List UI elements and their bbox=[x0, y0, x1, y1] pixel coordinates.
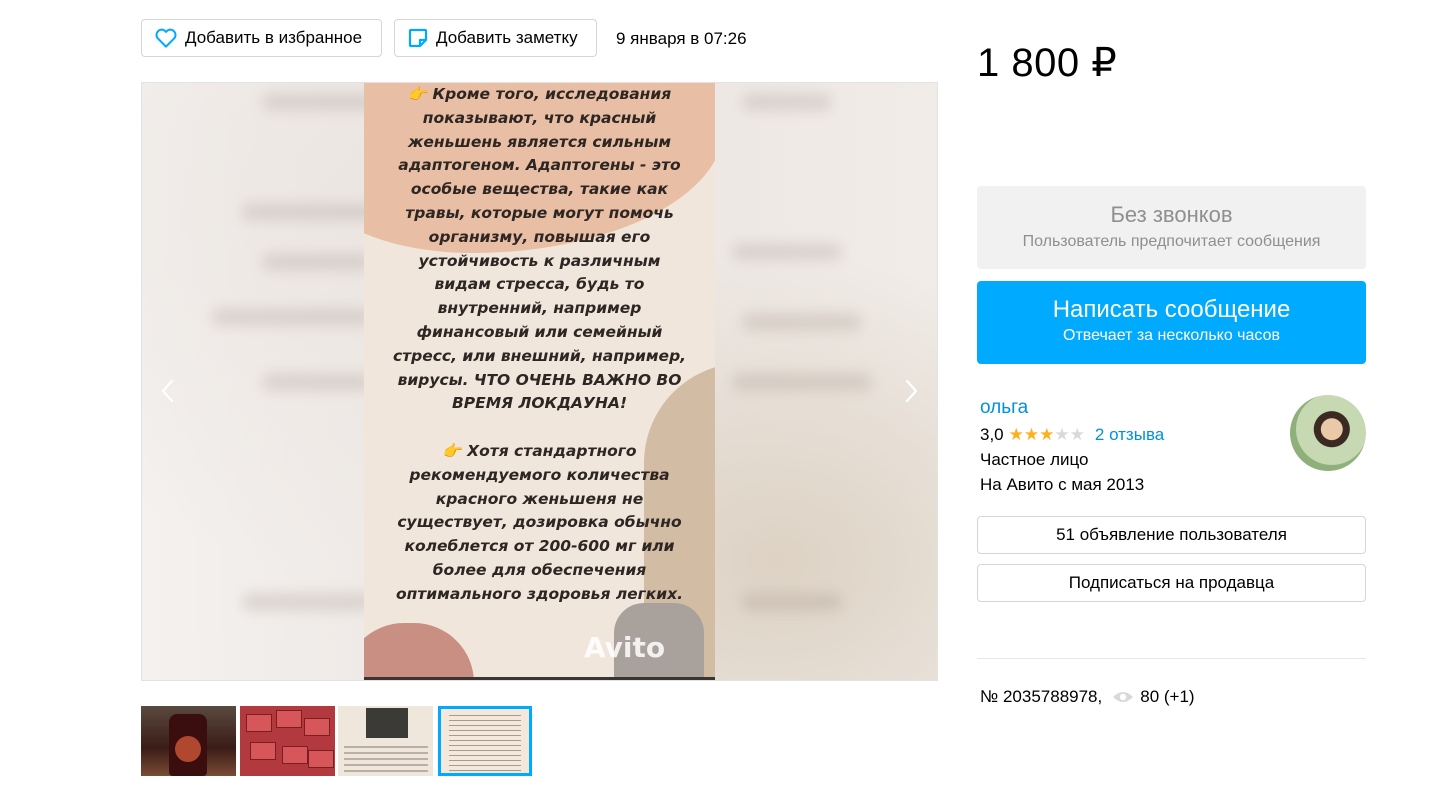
star-filled-icon: ★ bbox=[1039, 425, 1055, 444]
chevron-left-icon[interactable] bbox=[160, 379, 174, 403]
divider bbox=[977, 658, 1366, 659]
no-calls-notice: Без звонков Пользователь предпочитает со… bbox=[977, 186, 1366, 269]
add-to-favorites-label: Добавить в избранное bbox=[185, 28, 363, 47]
views-count: 80 (+1) bbox=[1140, 687, 1195, 706]
product-pack-image bbox=[366, 708, 408, 738]
price: 1 800 ₽ bbox=[977, 41, 1118, 85]
add-to-favorites-button[interactable]: Добавить в избранное bbox=[141, 19, 382, 57]
avito-watermark: Avito bbox=[584, 631, 666, 664]
seller-name-link[interactable]: ольга bbox=[980, 397, 1028, 419]
seller-since: На Авито с мая 2013 bbox=[980, 475, 1145, 494]
reviews-link[interactable]: 2 отзыва bbox=[1095, 425, 1164, 445]
photo-bottom-bar bbox=[364, 677, 715, 680]
gallery-thumbnail[interactable] bbox=[338, 706, 433, 776]
add-note-button[interactable]: Добавить заметку bbox=[394, 19, 597, 57]
rating-stars: ★★★★★ bbox=[1009, 425, 1085, 445]
text-lines-image bbox=[449, 715, 521, 773]
rating-value: 3,0 bbox=[980, 425, 1004, 444]
box-image bbox=[308, 750, 334, 768]
blur-decoration bbox=[732, 373, 872, 391]
blur-decoration bbox=[212, 308, 372, 326]
text-lines-image bbox=[344, 746, 428, 772]
response-time-label: Отвечает за несколько часов bbox=[1063, 327, 1280, 344]
write-message-button[interactable]: Написать сообщение Отвечает за несколько… bbox=[977, 281, 1366, 364]
subscribe-seller-button[interactable]: Подписаться на продавца bbox=[977, 564, 1366, 602]
blur-decoration bbox=[262, 253, 372, 271]
note-icon bbox=[408, 28, 428, 48]
item-meta: № 2035788978, 80 (+1) bbox=[980, 687, 1195, 707]
star-filled-icon: ★ bbox=[1023, 425, 1040, 444]
star-filled-icon: ★ bbox=[1008, 425, 1024, 444]
write-message-label: Написать сообщение bbox=[1052, 296, 1291, 323]
chevron-right-icon[interactable] bbox=[905, 379, 919, 403]
publish-date: 9 января в 07:26 bbox=[616, 29, 747, 48]
box-image bbox=[250, 742, 276, 760]
eye-icon bbox=[1113, 692, 1134, 702]
item-number: № 2035788978, bbox=[980, 687, 1103, 706]
bottle-label-image bbox=[175, 736, 201, 762]
seller-rating: 3,0 ★★★★★ 2 отзыва bbox=[980, 425, 1164, 445]
box-image bbox=[246, 714, 272, 732]
seller-ads-button[interactable]: 51 объявление пользователя bbox=[977, 516, 1366, 554]
seller-avatar[interactable] bbox=[1290, 395, 1366, 471]
photo-decor-shape bbox=[364, 623, 474, 680]
image-gallery[interactable]: 👉 Кроме того, исследования показывают, ч… bbox=[141, 82, 938, 681]
blur-decoration bbox=[732, 243, 842, 261]
seller-type: Частное лицо bbox=[980, 450, 1089, 469]
gallery-thumbnail[interactable] bbox=[240, 706, 335, 776]
heart-icon bbox=[155, 28, 177, 48]
main-photo[interactable]: 👉 Кроме того, исследования показывают, ч… bbox=[364, 83, 715, 680]
gallery-thumbnail[interactable] bbox=[141, 706, 236, 776]
no-calls-title: Без звонков bbox=[1110, 202, 1233, 227]
star-empty-icon: ★ bbox=[1069, 425, 1085, 444]
star-empty-icon: ★ bbox=[1054, 425, 1070, 444]
gallery-thumbnail-selected[interactable] bbox=[438, 706, 532, 776]
blur-decoration bbox=[242, 593, 372, 611]
blur-decoration bbox=[742, 313, 862, 331]
box-image bbox=[282, 746, 308, 764]
add-note-label: Добавить заметку bbox=[436, 28, 578, 47]
blur-decoration bbox=[742, 593, 842, 611]
blur-decoration bbox=[262, 373, 372, 391]
no-calls-subtitle: Пользователь предпочитает сообщения bbox=[1022, 233, 1321, 250]
box-image bbox=[276, 710, 302, 728]
blur-decoration bbox=[742, 93, 832, 111]
photo-text: 👉 Кроме того, исследования показывают, ч… bbox=[392, 85, 687, 603]
box-image bbox=[304, 718, 330, 736]
